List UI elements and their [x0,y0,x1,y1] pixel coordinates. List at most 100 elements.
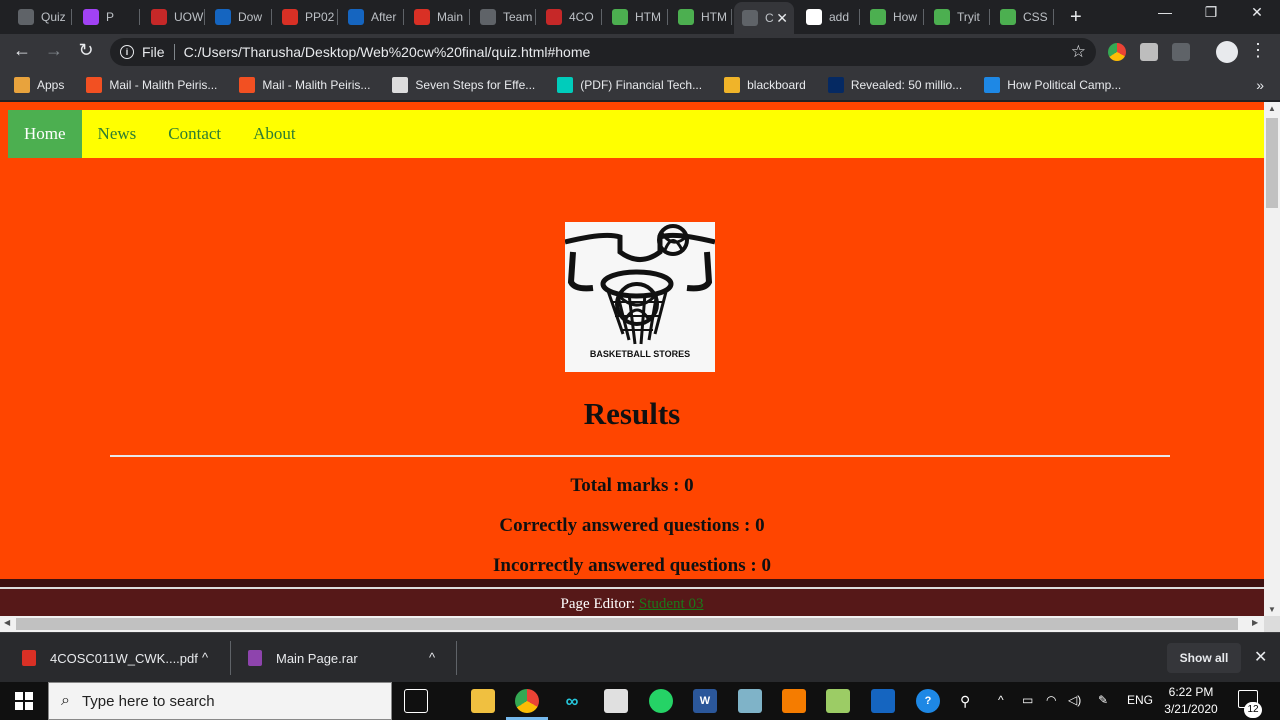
scroll-up-arrow-icon[interactable]: ▲ [1264,104,1280,113]
vertical-scrollbar[interactable]: ▲ ▼ [1264,102,1280,616]
tab-title: PP02 [305,10,335,24]
task-view-icon[interactable] [404,689,428,713]
wifi-icon[interactable]: ◠ [1046,693,1056,707]
browser-tab[interactable]: After [340,5,404,29]
tray-chevron-icon[interactable]: ^ [998,693,1004,707]
video-icon [83,9,99,25]
volume-icon[interactable]: ◁) [1068,693,1081,707]
browser-tab[interactable]: C ✕ [734,2,794,34]
help-icon[interactable]: ? [916,689,940,713]
bookmark-star-icon[interactable]: ☆ [1071,42,1086,62]
browser-tab[interactable]: PP02 [274,5,338,29]
horizontal-scrollbar[interactable]: ◀ ▶ [0,616,1264,632]
url-text[interactable]: C:/Users/Tharusha/Desktop/Web%20cw%20fin… [184,44,591,60]
bookmark-item[interactable]: Seven Steps for Effe... [392,77,535,93]
student-link[interactable]: Student 03 [639,596,704,612]
notepad-icon[interactable] [604,689,628,713]
app-icon[interactable] [738,689,762,713]
new-tab-button[interactable]: + [1070,6,1082,29]
download-item-rar[interactable]: Main Page.rar [248,633,358,683]
download-item-pdf[interactable]: 4COSC011W_CWK....pdf [22,633,198,683]
address-bar[interactable]: i File C:/Users/Tharusha/Desktop/Web%20c… [110,38,1096,66]
browser-tab[interactable]: P [75,5,140,29]
pencil-icon [724,77,741,93]
browser-tab[interactable]: How [862,5,924,29]
chrome-taskbar-icon[interactable] [515,689,539,713]
security-icon[interactable] [871,689,895,713]
browser-tab[interactable]: Quiz [10,5,72,29]
clock[interactable]: 6:22 PM 3/21/2020 [1158,684,1224,718]
back-arrow-icon[interactable]: ← [10,40,34,61]
close-window-button[interactable]: ✕ [1234,4,1280,21]
browser-tab[interactable]: CSS [992,5,1054,29]
chevron-up-icon[interactable]: ^ [429,650,435,665]
chevron-up-icon[interactable]: ^ [202,650,208,665]
close-download-shelf-icon[interactable]: ✕ [1254,647,1267,667]
nav-news-link[interactable]: News [82,110,153,158]
whatsapp-icon[interactable] [649,689,673,713]
nav-contact-link[interactable]: Contact [152,110,237,158]
tab-separator [667,9,668,25]
minimize-button[interactable]: — [1142,4,1188,20]
bookmark-item[interactable]: Apps [14,77,64,93]
browser-tab[interactable]: HTM [670,5,732,29]
translate-extension-icon[interactable] [1172,43,1190,61]
bookmark-item[interactable]: blackboard [724,77,806,93]
media-player-icon[interactable] [782,689,806,713]
windows-logo-icon [15,692,33,710]
browser-tab[interactable]: Main [406,5,470,29]
tab-separator [337,9,338,25]
browser-tab[interactable]: Tryit [926,5,990,29]
info-icon[interactable]: i [120,45,134,59]
bookmark-item[interactable]: Mail - Malith Peiris... [86,77,217,93]
taskbar-search-box[interactable]: ⌕ Type here to search [48,682,392,720]
microsoft-icon [86,77,103,93]
pdf-icon [22,650,36,666]
w3schools-icon [934,9,950,25]
file-explorer-icon[interactable] [471,689,495,713]
browser-tab[interactable]: add [798,5,860,29]
word-icon[interactable]: W [693,689,717,713]
arduino-icon[interactable]: ∞ [560,689,584,713]
cat-extension-icon[interactable] [1140,43,1158,61]
scroll-right-arrow-icon[interactable]: ▶ [1252,618,1258,627]
guardian-icon [827,77,844,93]
browser-tab[interactable]: Dow [207,5,272,29]
bookmark-item[interactable]: Mail - Malith Peiris... [239,77,370,93]
people-icon[interactable]: ⚲ [960,693,970,710]
omnibox-divider [173,44,175,60]
search-icon: ⌕ [61,692,70,709]
scroll-left-arrow-icon[interactable]: ◀ [4,618,10,627]
forward-arrow-icon[interactable]: → [42,40,66,61]
nav-home-link[interactable]: Home [8,110,82,158]
nav-about-link[interactable]: About [237,110,312,158]
battery-icon[interactable]: ▭ [1022,693,1033,707]
horizontal-scroll-thumb[interactable] [16,618,1238,630]
bookmarks-overflow-icon[interactable]: » [1256,77,1264,93]
download-filename: Main Page.rar [276,650,358,666]
menu-kebab-icon[interactable]: ⋮ [1246,40,1270,61]
pen-icon[interactable]: ✎ [1098,693,1108,707]
browser-tab[interactable]: Team [472,5,536,29]
profile-avatar[interactable] [1216,41,1238,63]
restore-button[interactable]: ❐ [1188,4,1234,21]
browser-toolbar: ← → ↻ i File C:/Users/Tharusha/Desktop/W… [0,34,1280,70]
reload-icon[interactable]: ↻ [74,40,98,61]
browser-tab[interactable]: 4CO [538,5,602,29]
browser-tab[interactable]: UOW [143,5,205,29]
close-tab-icon[interactable]: ✕ [776,10,788,27]
download-filename: 4COSC011W_CWK....pdf [50,650,198,666]
paint-icon[interactable] [826,689,850,713]
bookmark-item[interactable]: (PDF) Financial Tech... [557,77,702,93]
bookmark-label: Mail - Malith Peiris... [262,78,371,92]
tab-title: Tryit [957,10,980,24]
scroll-down-arrow-icon[interactable]: ▼ [1264,605,1280,614]
chrome-extension-icon[interactable] [1108,43,1126,61]
bookmark-item[interactable]: Revealed: 50 millio... [827,77,962,93]
start-button[interactable] [0,682,48,720]
show-all-downloads-button[interactable]: Show all [1167,643,1241,673]
bookmark-item[interactable]: How Political Camp... [984,77,1121,93]
vertical-scroll-thumb[interactable] [1266,118,1278,208]
language-indicator[interactable]: ENG [1127,693,1153,707]
browser-tab[interactable]: HTM [604,5,668,29]
